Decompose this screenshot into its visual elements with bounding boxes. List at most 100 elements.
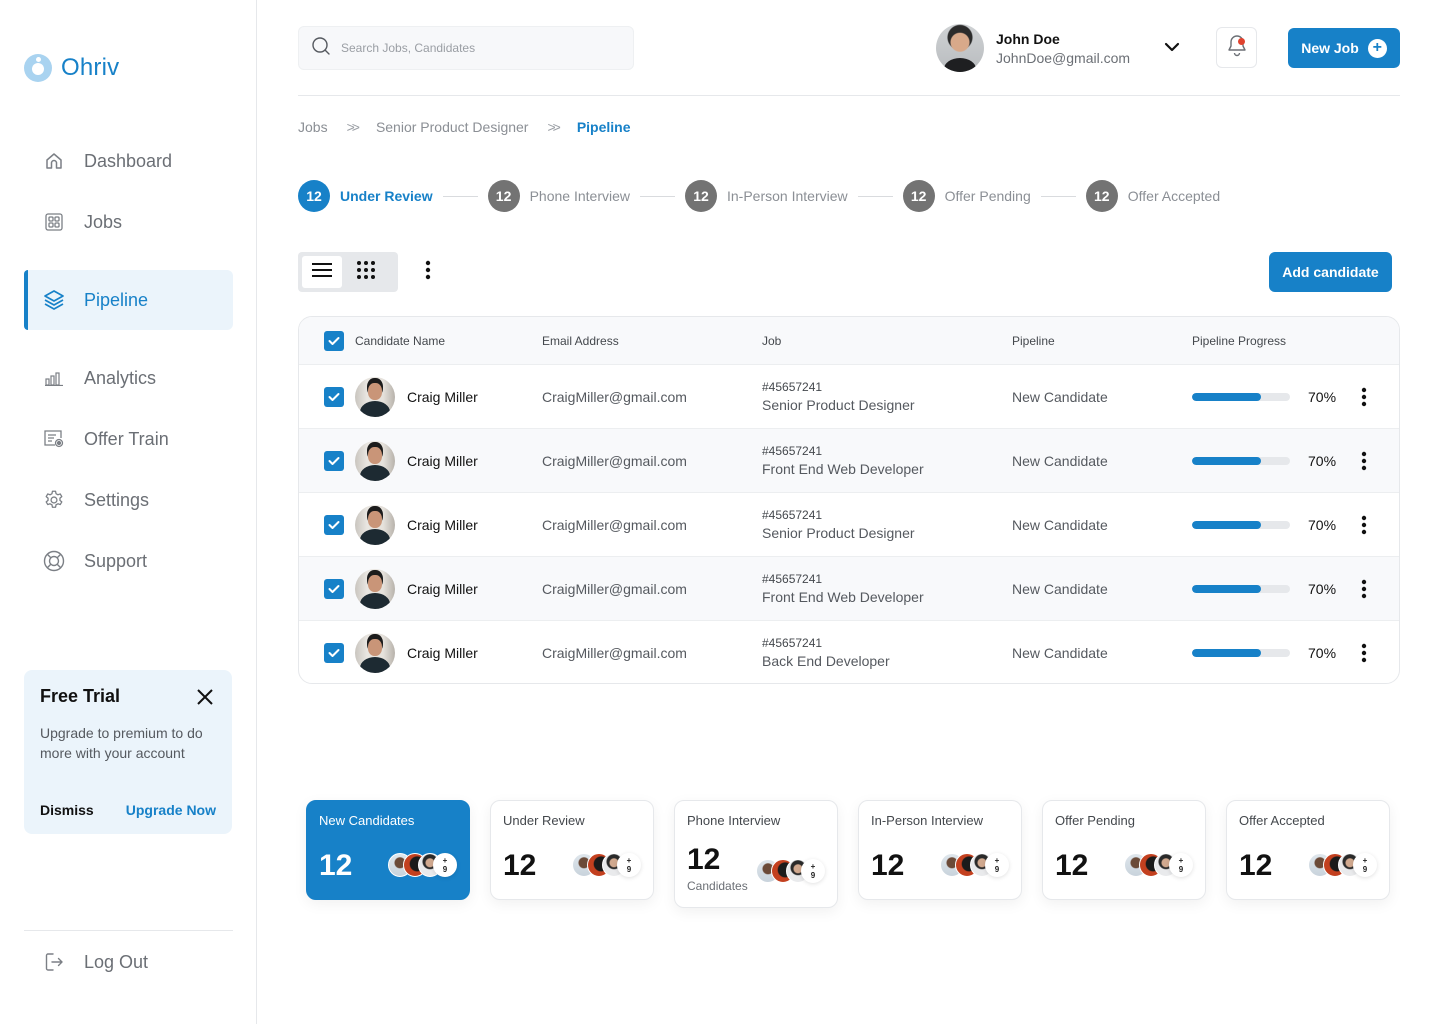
list-view-button[interactable]	[302, 256, 342, 288]
sidebar-item-analytics[interactable]: Analytics	[24, 348, 233, 408]
card-title: Under Review	[503, 813, 585, 828]
pipeline-status: New Candidate	[1012, 388, 1108, 405]
row-checkbox[interactable]	[324, 514, 344, 535]
sidebar-item-dashboard[interactable]: Dashboard	[24, 131, 233, 191]
table-row[interactable]: Craig Miller CraigMiller@gmail.com #4565…	[299, 428, 1399, 492]
search-bar[interactable]	[298, 26, 634, 70]
more-count-badge: +9	[1169, 853, 1193, 877]
stage-count: 12	[298, 180, 330, 212]
bell-icon	[1226, 33, 1248, 62]
breadcrumb-current: Pipeline	[576, 119, 631, 135]
stage-in-person-interview[interactable]: 12 In-Person Interview	[685, 180, 848, 212]
lifebuoy-icon	[42, 549, 66, 573]
breadcrumb-job[interactable]: Senior Product Designer	[376, 119, 529, 135]
header-pipeline-progress[interactable]: Pipeline Progress	[1192, 334, 1286, 348]
stage-phone-interview[interactable]: 12 Phone Interview	[487, 180, 630, 212]
card-count: 12	[687, 843, 721, 876]
table-row[interactable]: Craig Miller CraigMiller@gmail.com #4565…	[299, 556, 1399, 620]
row-checkbox[interactable]	[324, 642, 344, 663]
more-options-button[interactable]	[418, 260, 438, 284]
pipeline-status: New Candidate	[1012, 644, 1108, 661]
candidate-email: CraigMiller@gmail.com	[542, 452, 687, 469]
grid-view-button[interactable]	[346, 256, 386, 288]
job-cell: #45657241 Senior Product Designer	[762, 508, 915, 541]
stage-summary-card[interactable]: New Candidates 12 +9	[306, 800, 470, 900]
row-checkbox[interactable]	[324, 450, 344, 471]
progress-label: 70%	[1308, 452, 1337, 469]
kebab-icon	[1361, 579, 1367, 598]
avatar-stack: +9	[756, 859, 825, 883]
more-count-badge: +9	[985, 853, 1009, 877]
job-id: #45657241	[762, 636, 823, 650]
candidate-cell: Craig Miller	[355, 632, 478, 673]
sidebar-item-label: Analytics	[84, 367, 157, 388]
sidebar-item-jobs[interactable]: Jobs	[24, 192, 233, 252]
add-candidate-button[interactable]: Add candidate	[1269, 252, 1392, 292]
logout-button[interactable]: Log Out	[24, 932, 233, 992]
new-job-button[interactable]: New Job +	[1288, 28, 1400, 68]
candidate-name[interactable]: Craig Miller	[407, 581, 478, 597]
breadcrumb-jobs[interactable]: Jobs	[298, 119, 328, 135]
table-row[interactable]: Craig Miller CraigMiller@gmail.com #4565…	[299, 492, 1399, 556]
card-count: 12	[1239, 849, 1273, 882]
logo[interactable]: Ohriv	[24, 54, 119, 82]
table-row[interactable]: Craig Miller CraigMiller@gmail.com #4565…	[299, 364, 1399, 428]
job-id: #45657241	[762, 380, 823, 394]
dismiss-button[interactable]: Dismiss	[40, 802, 94, 818]
row-checkbox[interactable]	[324, 578, 344, 599]
header-job[interactable]: Job	[762, 334, 781, 348]
search-input[interactable]	[341, 41, 611, 55]
stage-summary-card[interactable]: Offer Pending 12 +9	[1042, 800, 1206, 900]
row-more-button[interactable]	[1354, 449, 1374, 473]
progress-bar	[1192, 584, 1290, 593]
header-candidate-name[interactable]: Candidate Name	[355, 334, 445, 348]
job-title: Senior Product Designer	[762, 397, 915, 413]
free-trial-card: Free Trial Upgrade to premium to do more…	[24, 670, 232, 834]
sidebar-item-support[interactable]: Support	[24, 531, 233, 591]
stage-summary-card[interactable]: Under Review 12 +9	[490, 800, 654, 900]
stage-offer-accepted[interactable]: 12 Offer Accepted	[1085, 180, 1220, 212]
stage-summary-card[interactable]: Phone Interview 12 Candidates +9	[674, 800, 838, 908]
row-more-button[interactable]	[1354, 577, 1374, 601]
divider	[24, 930, 233, 931]
sidebar-item-offer-train[interactable]: Offer Train	[24, 409, 233, 469]
header-email[interactable]: Email Address	[542, 334, 619, 348]
user-menu[interactable]: John Doe JohnDoe@gmail.com	[936, 24, 1130, 72]
notification-dot	[1238, 38, 1245, 45]
user-avatar	[936, 24, 984, 72]
job-title: Front End Web Developer	[762, 461, 924, 477]
sidebar-item-label: Jobs	[84, 211, 123, 232]
chevron-down-icon[interactable]	[1163, 40, 1181, 54]
sidebar-item-pipeline[interactable]: Pipeline	[24, 270, 233, 330]
card-title: New Candidates	[319, 813, 415, 828]
notifications-button[interactable]	[1216, 27, 1257, 68]
table-row[interactable]: Craig Miller CraigMiller@gmail.com #4565…	[299, 620, 1399, 683]
sidebar: Ohriv Dashboard Jobs Pipeline Analytics	[0, 0, 257, 1024]
select-all-checkbox[interactable]	[324, 330, 344, 351]
row-more-button[interactable]	[1354, 513, 1374, 537]
more-count-badge: +9	[617, 853, 641, 877]
stage-offer-pending[interactable]: 12 Offer Pending	[902, 180, 1031, 212]
candidate-name[interactable]: Craig Miller	[407, 517, 478, 533]
close-icon[interactable]	[196, 688, 214, 706]
sidebar-item-settings[interactable]: Settings	[24, 470, 233, 530]
pipeline-progress: 70%	[1192, 645, 1336, 661]
row-checkbox[interactable]	[324, 386, 344, 407]
candidate-name[interactable]: Craig Miller	[407, 389, 478, 405]
header-pipeline[interactable]: Pipeline	[1012, 334, 1055, 348]
stage-summary-card[interactable]: In-Person Interview 12 +9	[858, 800, 1022, 900]
progress-bar	[1192, 456, 1290, 465]
candidate-cell: Craig Miller	[355, 504, 478, 545]
candidate-name[interactable]: Craig Miller	[407, 453, 478, 469]
kebab-icon	[1361, 515, 1367, 534]
row-more-button[interactable]	[1354, 641, 1374, 665]
upgrade-now-button[interactable]: Upgrade Now	[126, 802, 216, 818]
candidate-cell: Craig Miller	[355, 376, 478, 417]
candidate-name[interactable]: Craig Miller	[407, 645, 478, 661]
row-more-button[interactable]	[1354, 385, 1374, 409]
stage-under-review[interactable]: 12 Under Review	[298, 180, 433, 212]
stage-connector	[1040, 195, 1076, 197]
check-icon	[328, 336, 340, 345]
stage-summary-card[interactable]: Offer Accepted 12 +9	[1226, 800, 1390, 900]
candidate-avatar	[355, 568, 395, 609]
